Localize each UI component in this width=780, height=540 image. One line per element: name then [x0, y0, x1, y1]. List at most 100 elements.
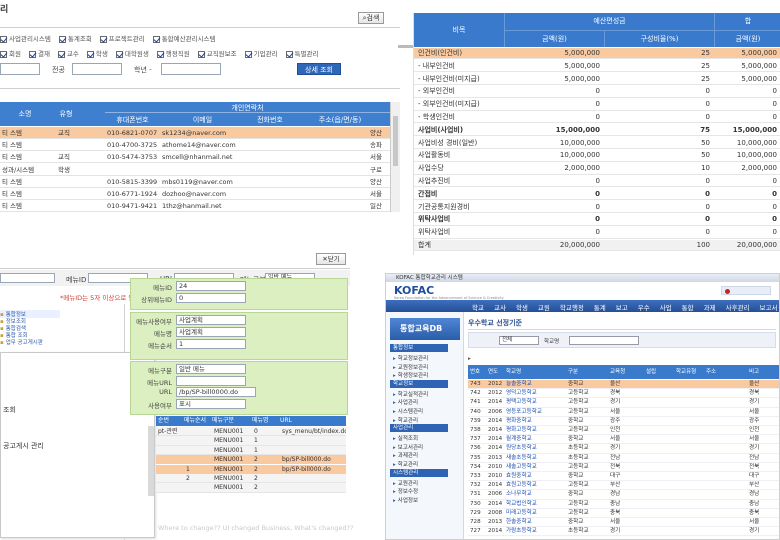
- school-table-row[interactable]: 742 2012 영덕고등학교 고등학교 경북 경북: [468, 389, 779, 399]
- sidebar-item[interactable]: ▸ 보고서관리: [393, 443, 423, 451]
- checkbox-option[interactable]: 프로젝트관리: [99, 33, 145, 43]
- menu-table-row[interactable]: MENU001 1: [156, 436, 346, 446]
- keyword-input[interactable]: [0, 273, 55, 283]
- school-table-row[interactable]: 727 2014 가람초등학교 초등학교 경기 경기: [468, 527, 779, 537]
- checkbox-option[interactable]: 결재: [28, 48, 50, 58]
- menu-table-row[interactable]: 2 MENU001 2: [156, 474, 346, 484]
- checkbox-option[interactable]: 통계조회: [58, 33, 92, 43]
- nav-item[interactable]: 학생: [516, 302, 528, 312]
- sidebar-group-header[interactable]: 시스템관리: [390, 468, 448, 477]
- major-input[interactable]: [72, 63, 122, 75]
- table-row[interactable]: 티 스템 교직 010-5474-3753 smcell@nhanmail.net 서울: [0, 151, 390, 164]
- grade-input[interactable]: [161, 63, 221, 75]
- sidebar-item[interactable]: ▸ 교원관리: [393, 479, 418, 487]
- detail-field[interactable]: [176, 376, 246, 386]
- nav-item[interactable]: 과제: [704, 302, 716, 312]
- sidebar-item[interactable]: ▸ 교원정보관리: [393, 363, 428, 371]
- table-row[interactable]: 티 스템 교직 010-6821-0707 sk1234@naver.com 양산: [0, 127, 390, 139]
- menu-table-row[interactable]: MENU001 1: [156, 445, 346, 455]
- school-table-row[interactable]: 737 2014 월계중학교 중학교 서울 서울: [468, 435, 779, 445]
- checkbox[interactable]: [244, 50, 252, 58]
- checkbox[interactable]: [197, 50, 205, 58]
- sidebar-group-header[interactable]: 학교정보: [390, 379, 448, 388]
- school-table-row[interactable]: 733 2010 효원중학교 중학교 대구 대구: [468, 472, 779, 482]
- menu-table-row[interactable]: pt-관련 MENU001 0 sys_menu/bt/index.do: [156, 427, 346, 437]
- menu-table-row[interactable]: MENU001 2 bp/SP-bill000.do: [156, 455, 346, 465]
- table-row[interactable]: 티 스템 010-9471-9421 1thz@hanmail.net 일산: [0, 200, 390, 213]
- school-table-row[interactable]: 741 2014 평택고등학교 고등학교 경기 경기: [468, 398, 779, 408]
- menu-table-row[interactable]: 1 MENU001 2 bp/SP-bill000.do: [156, 464, 346, 474]
- school-table-row[interactable]: 735 2013 새솔초등학교 초등학교 전남 전남: [468, 454, 779, 463]
- checkbox[interactable]: [99, 35, 107, 43]
- checkbox[interactable]: [115, 50, 123, 58]
- checkbox-option[interactable]: 행정직원: [156, 48, 190, 58]
- name-input[interactable]: [0, 63, 40, 75]
- detail-field[interactable]: 1: [176, 339, 246, 349]
- checkbox-option[interactable]: 기업관리: [244, 48, 278, 58]
- sidebar-item[interactable]: ▸ 정보수정: [393, 487, 418, 495]
- school-table-row[interactable]: 739 2014 평화중학교 중학교 광주 광주: [468, 417, 779, 426]
- vertical-scrollbar[interactable]: [390, 102, 400, 212]
- nav-item[interactable]: 통계: [594, 302, 606, 312]
- sidebar-item[interactable]: ▸ 학교관리: [393, 460, 418, 468]
- checkbox[interactable]: [58, 35, 66, 43]
- detail-field[interactable]: 24: [176, 281, 246, 291]
- nav-item[interactable]: 보고서: [760, 302, 778, 312]
- tree-label-1[interactable]: 조회: [3, 405, 16, 415]
- nav-item[interactable]: 통합: [682, 302, 694, 312]
- sidebar-group-header[interactable]: 사업관리: [390, 424, 448, 433]
- school-table-row[interactable]: 738 2014 평화고등학교 고등학교 인천 인천: [468, 426, 779, 436]
- checkbox[interactable]: [28, 50, 36, 58]
- detail-field[interactable]: 일반 메뉴: [176, 364, 246, 374]
- tree-item[interactable]: ▪ 업무 공고게시판: [0, 338, 43, 346]
- checkbox-option[interactable]: 교직원보조: [197, 48, 237, 58]
- school-table-row[interactable]: 729 2008 미래고등학교 고등학교 충북 충북: [468, 509, 779, 518]
- checkbox-option[interactable]: 학생: [86, 48, 108, 58]
- menu-table-row[interactable]: MENU001 2: [156, 483, 346, 493]
- detail-field[interactable]: 사업계획: [176, 327, 246, 337]
- filter-input[interactable]: [569, 336, 639, 345]
- nav-item[interactable]: 교사: [494, 302, 506, 312]
- nav-item[interactable]: 학교: [472, 302, 484, 312]
- nav-item[interactable]: 사후관리: [726, 302, 750, 312]
- sidebar-item[interactable]: ▸ 실적조회: [393, 434, 418, 442]
- sidebar-item[interactable]: ▸ 시스템관리: [393, 407, 423, 415]
- checkbox[interactable]: [0, 35, 7, 43]
- table-row[interactable]: 성과/시스템 학생 구로: [0, 164, 390, 176]
- close-button[interactable]: ✕닫기: [316, 253, 346, 265]
- checkbox[interactable]: [285, 50, 293, 58]
- nav-item[interactable]: 사업: [660, 302, 672, 312]
- checkbox-option[interactable]: 교수: [57, 48, 79, 58]
- checkbox-option[interactable]: 회원: [0, 48, 21, 58]
- sidebar-item[interactable]: ▸ 사업정보: [393, 496, 418, 504]
- school-table-row[interactable]: 728 2013 한솔중학교 중학교 서울 서울: [468, 518, 779, 528]
- checkbox[interactable]: [86, 50, 94, 58]
- checkbox-option[interactable]: 대학원생: [115, 48, 149, 58]
- detail-field[interactable]: 사업계획: [176, 315, 246, 325]
- nav-item[interactable]: 교원: [538, 302, 550, 312]
- table-row[interactable]: 티 스템 010-5815-3399 mbs0119@naver.com 양산: [0, 176, 390, 188]
- nav-item[interactable]: 학교행정: [560, 302, 584, 312]
- scrollbar-thumb[interactable]: [393, 116, 398, 166]
- school-table-row[interactable]: 731 2006 소나무학교 중학교 경남 경남: [468, 490, 779, 500]
- detail-field[interactable]: 표시: [176, 399, 246, 409]
- detail-field[interactable]: 0: [176, 293, 246, 303]
- detail-field[interactable]: /bp/SP-bill0000.do: [176, 387, 256, 397]
- checkbox[interactable]: [152, 35, 160, 43]
- filter-select[interactable]: 전체: [499, 336, 539, 345]
- checkbox[interactable]: [0, 50, 7, 58]
- sidebar-item[interactable]: ▸ 학교정보관리: [393, 354, 428, 362]
- sidebar-item[interactable]: ▸ 학생정보관리: [393, 371, 428, 379]
- checkbox-option[interactable]: 특별관리: [285, 48, 318, 58]
- tree-label-2[interactable]: 공고게시 관리: [3, 441, 44, 451]
- checkbox-option[interactable]: 통합예산관리시스템: [152, 33, 216, 43]
- sidebar-item[interactable]: ▸ 학교관리: [393, 416, 418, 424]
- sidebar-item[interactable]: ▸ 과제관리: [393, 451, 418, 459]
- sidebar-item[interactable]: ▸ 학교실적관리: [393, 390, 428, 398]
- table-row[interactable]: 티 스템 010-6771-1924 dozhoo@naver.com 서울: [0, 188, 390, 200]
- school-table-row[interactable]: 740 2006 영등포고등학교 고등학교 서울 서울: [468, 408, 779, 417]
- table-row[interactable]: 티 스템 010-4700-3725 athome14@naver.com 송파: [0, 139, 390, 152]
- checkbox-option[interactable]: 사업관리시스템: [0, 33, 51, 43]
- checkbox[interactable]: [57, 50, 65, 58]
- school-table-row[interactable]: 734 2010 새솔고등학교 고등학교 전북 전북: [468, 463, 779, 472]
